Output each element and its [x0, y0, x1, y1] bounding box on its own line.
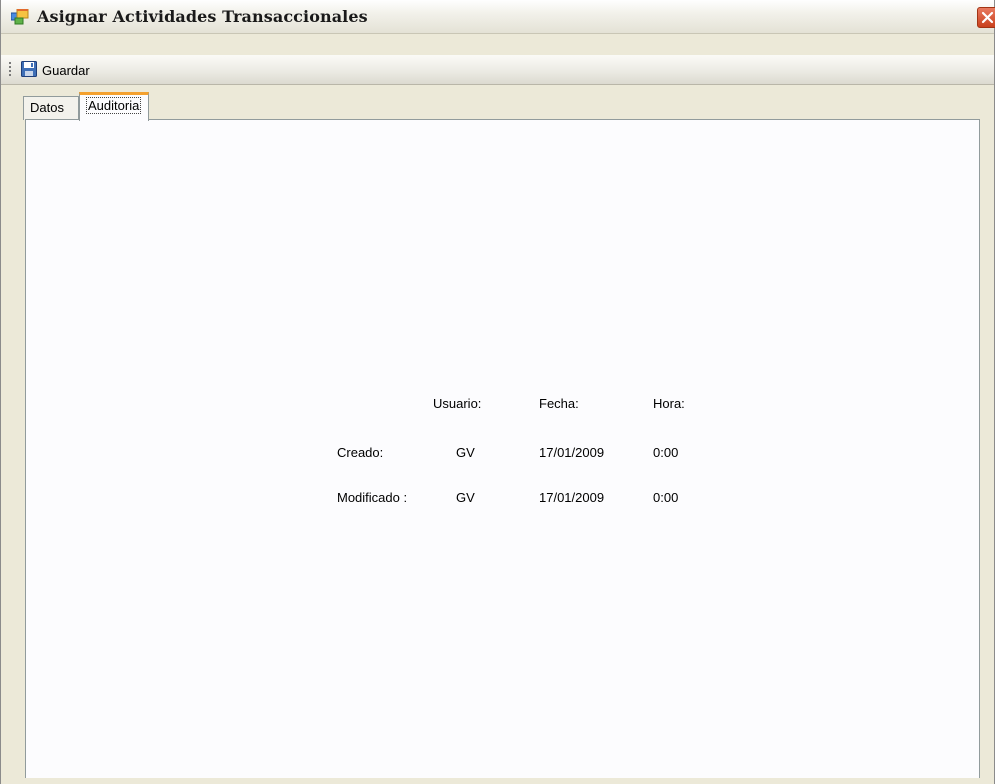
tab-datos[interactable]: Datos	[23, 96, 79, 120]
modified-date-value: 17/01/2009	[539, 490, 605, 505]
close-button[interactable]	[977, 7, 995, 28]
close-icon	[981, 11, 994, 24]
header-hora: Hora:	[653, 396, 685, 411]
save-button-label: Guardar	[42, 62, 90, 78]
window-title: Asignar Actividades Transaccionales	[37, 7, 368, 26]
form-window-icon	[10, 8, 29, 25]
window-bottom-edge	[1, 778, 994, 784]
row-label-creado: Creado:	[337, 445, 384, 460]
toolbar-grip-icon[interactable]	[9, 61, 12, 79]
toolbar: Guardar	[1, 55, 994, 85]
tab-auditoria-label: Auditoria	[86, 97, 142, 114]
row-label-modificado: Modificado :	[337, 490, 408, 505]
header-usuario: Usuario:	[433, 396, 482, 411]
created-user-value: GV	[456, 445, 475, 460]
app-window: Asignar Actividades Transaccionales Guar…	[0, 0, 995, 784]
title-bar[interactable]: Asignar Actividades Transaccionales	[1, 0, 995, 34]
created-time-value: 0:00	[653, 445, 679, 460]
header-fecha: Fecha:	[539, 396, 579, 411]
modified-user-value: GV	[456, 490, 475, 505]
tab-auditoria[interactable]: Auditoria	[79, 92, 149, 121]
modified-time-value: 0:00	[653, 490, 679, 505]
created-date-value: 17/01/2009	[539, 445, 605, 460]
auditoria-panel: Usuario: Fecha: Hora: Creado: GV 17/01/2…	[25, 119, 980, 779]
tab-datos-label: Datos	[30, 100, 64, 115]
save-button[interactable]: Guardar	[17, 59, 94, 81]
floppy-disk-icon	[21, 60, 37, 80]
